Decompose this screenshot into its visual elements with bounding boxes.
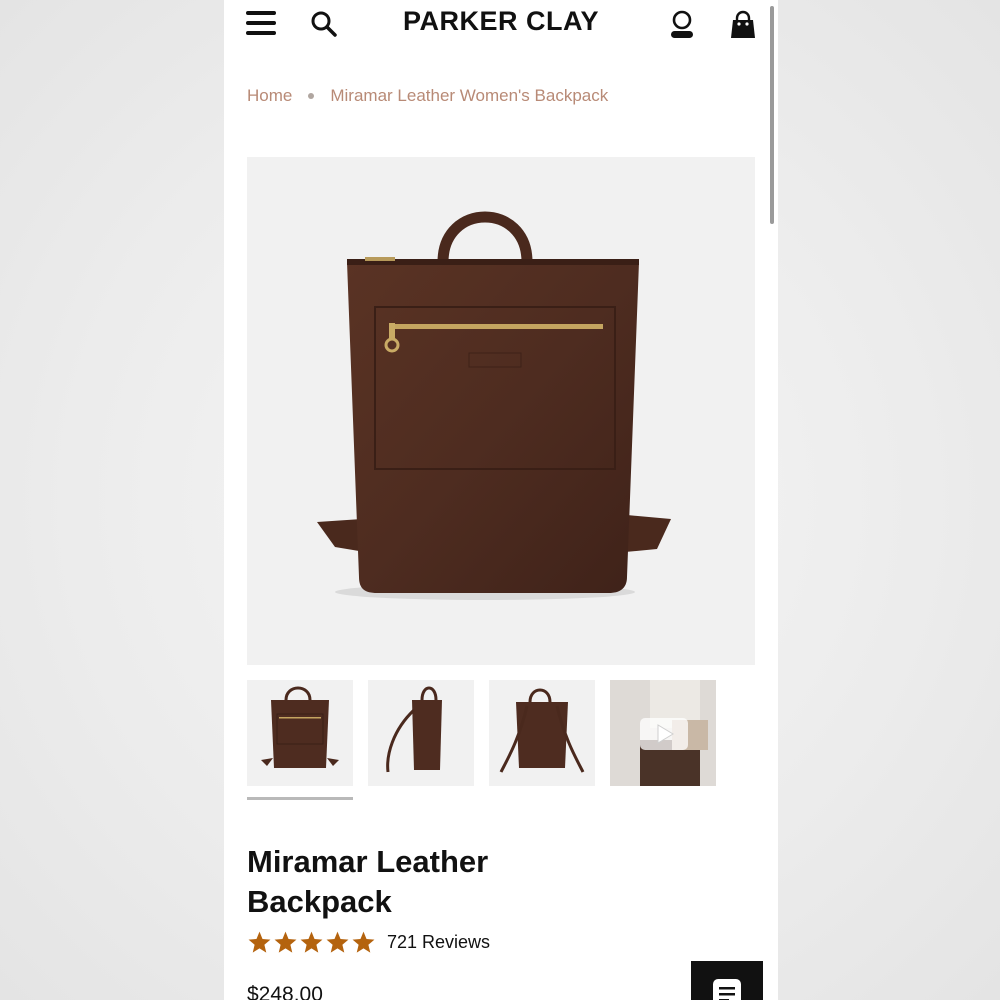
breadcrumb-current: Miramar Leather Women's Backpack <box>330 86 609 105</box>
selected-thumbnail-indicator <box>247 797 353 800</box>
product-main-image[interactable] <box>247 157 755 665</box>
account-icon[interactable] <box>668 10 696 40</box>
breadcrumb-home-link[interactable]: Home <box>247 86 292 106</box>
product-rating: 721 Reviews <box>247 928 490 956</box>
product-price: $248.00 <box>247 983 323 1000</box>
scrollbar[interactable] <box>770 6 774 224</box>
search-icon[interactable] <box>310 10 338 38</box>
chat-button[interactable] <box>691 961 763 1000</box>
thumbnail-gallery <box>247 680 755 810</box>
hamburger-menu-icon[interactable] <box>246 11 276 35</box>
thumbnail-back[interactable] <box>489 680 595 786</box>
thumbnail-video[interactable] <box>610 680 716 786</box>
breadcrumb-separator <box>308 93 315 99</box>
product-title: Miramar Leather Backpack <box>247 844 489 919</box>
site-header: PARKER CLAY <box>224 0 778 50</box>
star-icon <box>248 931 271 953</box>
star-rating[interactable] <box>247 930 377 955</box>
reviews-link[interactable]: 721 Reviews <box>387 932 490 953</box>
star-icon <box>352 931 375 953</box>
shopping-bag-icon[interactable] <box>728 10 758 40</box>
thumbnail-side[interactable] <box>368 680 474 786</box>
product-page: PARKER CLAY Home Miramar Leather Women's… <box>224 0 778 1000</box>
brand-logo[interactable]: PARKER CLAY <box>374 6 628 37</box>
star-icon <box>274 931 297 953</box>
thumbnail-front[interactable] <box>247 680 353 786</box>
star-icon <box>326 931 349 953</box>
star-icon <box>300 931 323 953</box>
breadcrumb: Home Miramar Leather Women's Backpack <box>247 86 608 106</box>
chat-icon <box>713 979 741 1000</box>
backpack-image <box>317 211 671 600</box>
